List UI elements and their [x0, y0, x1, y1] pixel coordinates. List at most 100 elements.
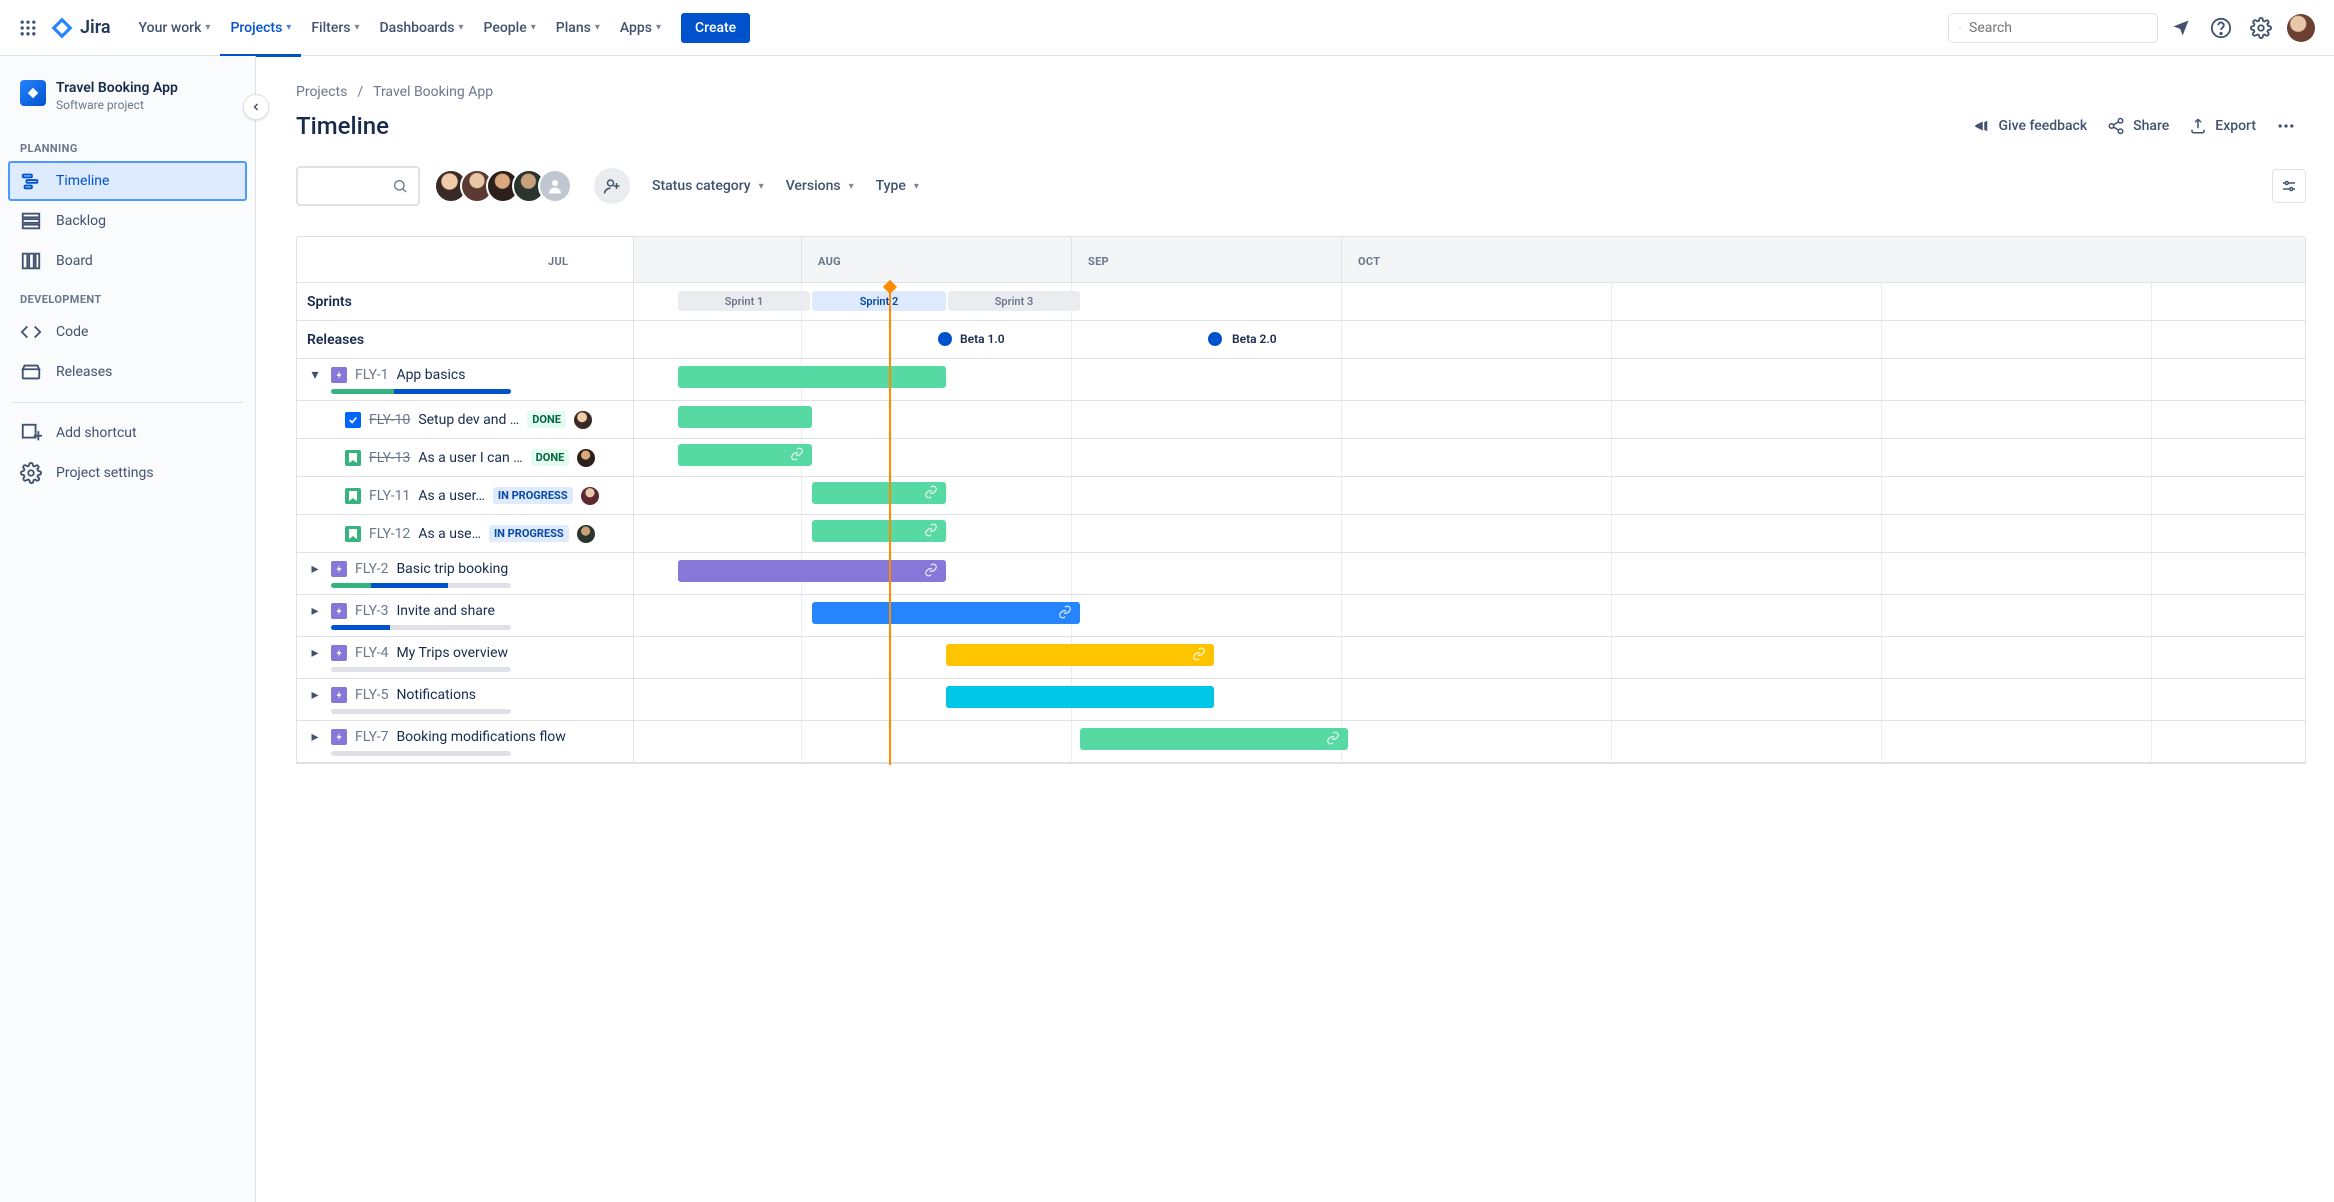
help-icon[interactable]	[2204, 11, 2238, 45]
jira-logo[interactable]: Jira	[50, 16, 111, 40]
main-content: Projects / Travel Booking App Timeline G…	[256, 56, 2334, 1202]
settings-icon[interactable]	[2244, 11, 2278, 45]
versions-dropdown[interactable]: Versions▾	[786, 178, 854, 194]
epic-bar-track	[633, 721, 2305, 763]
view-settings-button[interactable]	[2272, 169, 2306, 203]
sidebar-item-timeline[interactable]: Timeline	[8, 161, 247, 201]
chevron-right-icon[interactable]: ▸	[307, 603, 323, 619]
notifications-icon[interactable]	[2164, 11, 2198, 45]
give-feedback-button[interactable]: Give feedback	[1963, 111, 2098, 141]
unassigned-avatar[interactable]	[538, 169, 572, 203]
releases-track: Beta 1.0Beta 2.0	[633, 321, 2305, 359]
project-header[interactable]: Travel Booking App Software project	[8, 80, 247, 130]
nav-item-your-work[interactable]: Your work▾	[129, 14, 221, 42]
chevron-right-icon[interactable]: ▸	[307, 645, 323, 661]
app-switcher-icon[interactable]	[16, 16, 40, 40]
timeline-bar[interactable]	[1080, 728, 1348, 750]
chevron-right-icon[interactable]: ▸	[307, 729, 323, 745]
sidebar-item-code[interactable]: Code	[8, 312, 247, 352]
project-icon	[20, 80, 46, 106]
nav-item-plans[interactable]: Plans▾	[546, 14, 610, 42]
nav-item-filters[interactable]: Filters▾	[301, 14, 369, 42]
search-box[interactable]	[1948, 13, 2158, 43]
issue-key[interactable]: FLY-7	[355, 729, 388, 745]
epic-row[interactable]: ▸FLY-4My Trips overview	[297, 637, 633, 679]
sidebar-item-releases[interactable]: Releases	[8, 352, 247, 392]
share-button[interactable]: Share	[2097, 111, 2179, 141]
timeline-bar[interactable]	[946, 644, 1214, 666]
add-people-button[interactable]	[594, 168, 630, 204]
child-issue-row[interactable]: FLY-12As a use…IN PROGRESS	[297, 515, 633, 553]
filter-search[interactable]	[296, 166, 420, 206]
epic-icon	[331, 367, 347, 383]
issue-key[interactable]: FLY-10	[369, 412, 410, 428]
chevron-down-icon[interactable]: ▾	[307, 367, 323, 383]
issue-key[interactable]: FLY-5	[355, 687, 388, 703]
nav-item-dashboards[interactable]: Dashboards▾	[370, 14, 474, 42]
type-dropdown[interactable]: Type▾	[876, 178, 919, 194]
issue-key[interactable]: FLY-11	[369, 488, 410, 504]
timeline-bar[interactable]	[946, 686, 1214, 708]
sprint-pill[interactable]: Sprint 3	[948, 291, 1080, 311]
breadcrumb-project[interactable]: Travel Booking App	[373, 84, 493, 100]
sidebar-collapse-button[interactable]	[243, 94, 269, 120]
issue-key[interactable]: FLY-13	[369, 450, 410, 466]
release-marker[interactable]	[1208, 332, 1222, 346]
epic-row[interactable]: ▸FLY-7Booking modifications flow	[297, 721, 633, 763]
child-issue-row[interactable]: FLY-10Setup dev and …DONE	[297, 401, 633, 439]
release-marker[interactable]	[938, 332, 952, 346]
nav-item-people[interactable]: People▾	[474, 14, 546, 42]
issue-key[interactable]: FLY-12	[369, 526, 410, 542]
timeline-icon	[20, 170, 42, 192]
search-icon	[1959, 20, 1961, 36]
issue-key[interactable]: FLY-2	[355, 561, 388, 577]
chevron-right-icon[interactable]: ▸	[307, 561, 323, 577]
timeline-bar[interactable]	[812, 602, 1080, 624]
issue-key[interactable]: FLY-1	[355, 367, 388, 383]
assignee-avatar[interactable]	[577, 449, 595, 467]
epic-row[interactable]: ▸FLY-5Notifications	[297, 679, 633, 721]
link-icon	[924, 523, 938, 541]
epic-row[interactable]: ▾FLY-1App basics	[297, 359, 633, 401]
export-button[interactable]: Export	[2179, 111, 2266, 141]
epic-row[interactable]: ▸FLY-3Invite and share	[297, 595, 633, 637]
nav-item-apps[interactable]: Apps▾	[610, 14, 671, 42]
link-icon	[1326, 731, 1340, 749]
epic-icon	[331, 603, 347, 619]
chevron-down-icon: ▾	[914, 181, 919, 192]
create-button[interactable]: Create	[681, 13, 750, 43]
release-label: Beta 2.0	[1232, 332, 1277, 346]
child-issue-row[interactable]: FLY-13As a user I can …DONE	[297, 439, 633, 477]
assignee-avatar[interactable]	[577, 525, 595, 543]
timeline-bar[interactable]	[678, 560, 946, 582]
timeline-bar[interactable]	[678, 444, 812, 466]
sidebar-item-project-settings[interactable]: Project settings	[8, 453, 247, 493]
timeline-bar[interactable]	[678, 406, 812, 428]
nav-item-projects[interactable]: Projects▾	[220, 14, 301, 42]
issue-key[interactable]: FLY-4	[355, 645, 388, 661]
board-icon	[20, 250, 42, 272]
epic-row[interactable]: ▸FLY-2Basic trip booking	[297, 553, 633, 595]
chevron-left-icon	[250, 101, 262, 113]
export-icon	[2189, 117, 2207, 135]
status-category-dropdown[interactable]: Status category▾	[652, 178, 764, 194]
timeline-bar[interactable]	[812, 482, 946, 504]
chevron-right-icon[interactable]: ▸	[307, 687, 323, 703]
sprint-pill[interactable]: Sprint 2	[812, 291, 946, 311]
assignee-avatar[interactable]	[581, 487, 599, 505]
search-input[interactable]	[1969, 20, 2147, 36]
issue-key[interactable]: FLY-3	[355, 603, 388, 619]
child-issue-row[interactable]: FLY-11As a user…IN PROGRESS	[297, 477, 633, 515]
profile-avatar[interactable]	[2284, 11, 2318, 45]
page-title: Timeline	[296, 112, 389, 140]
sidebar-item-board[interactable]: Board	[8, 241, 247, 281]
more-actions-button[interactable]	[2266, 110, 2306, 142]
timeline-bar[interactable]	[812, 520, 946, 542]
assignee-avatar[interactable]	[574, 411, 592, 429]
status-lozenge: DONE	[531, 449, 570, 466]
sidebar-item-backlog[interactable]: Backlog	[8, 201, 247, 241]
timeline-bar[interactable]	[678, 366, 946, 388]
sidebar-item-add-shortcut[interactable]: Add shortcut	[8, 413, 247, 453]
breadcrumb-root[interactable]: Projects	[296, 84, 347, 100]
sprint-pill[interactable]: Sprint 1	[678, 291, 810, 311]
